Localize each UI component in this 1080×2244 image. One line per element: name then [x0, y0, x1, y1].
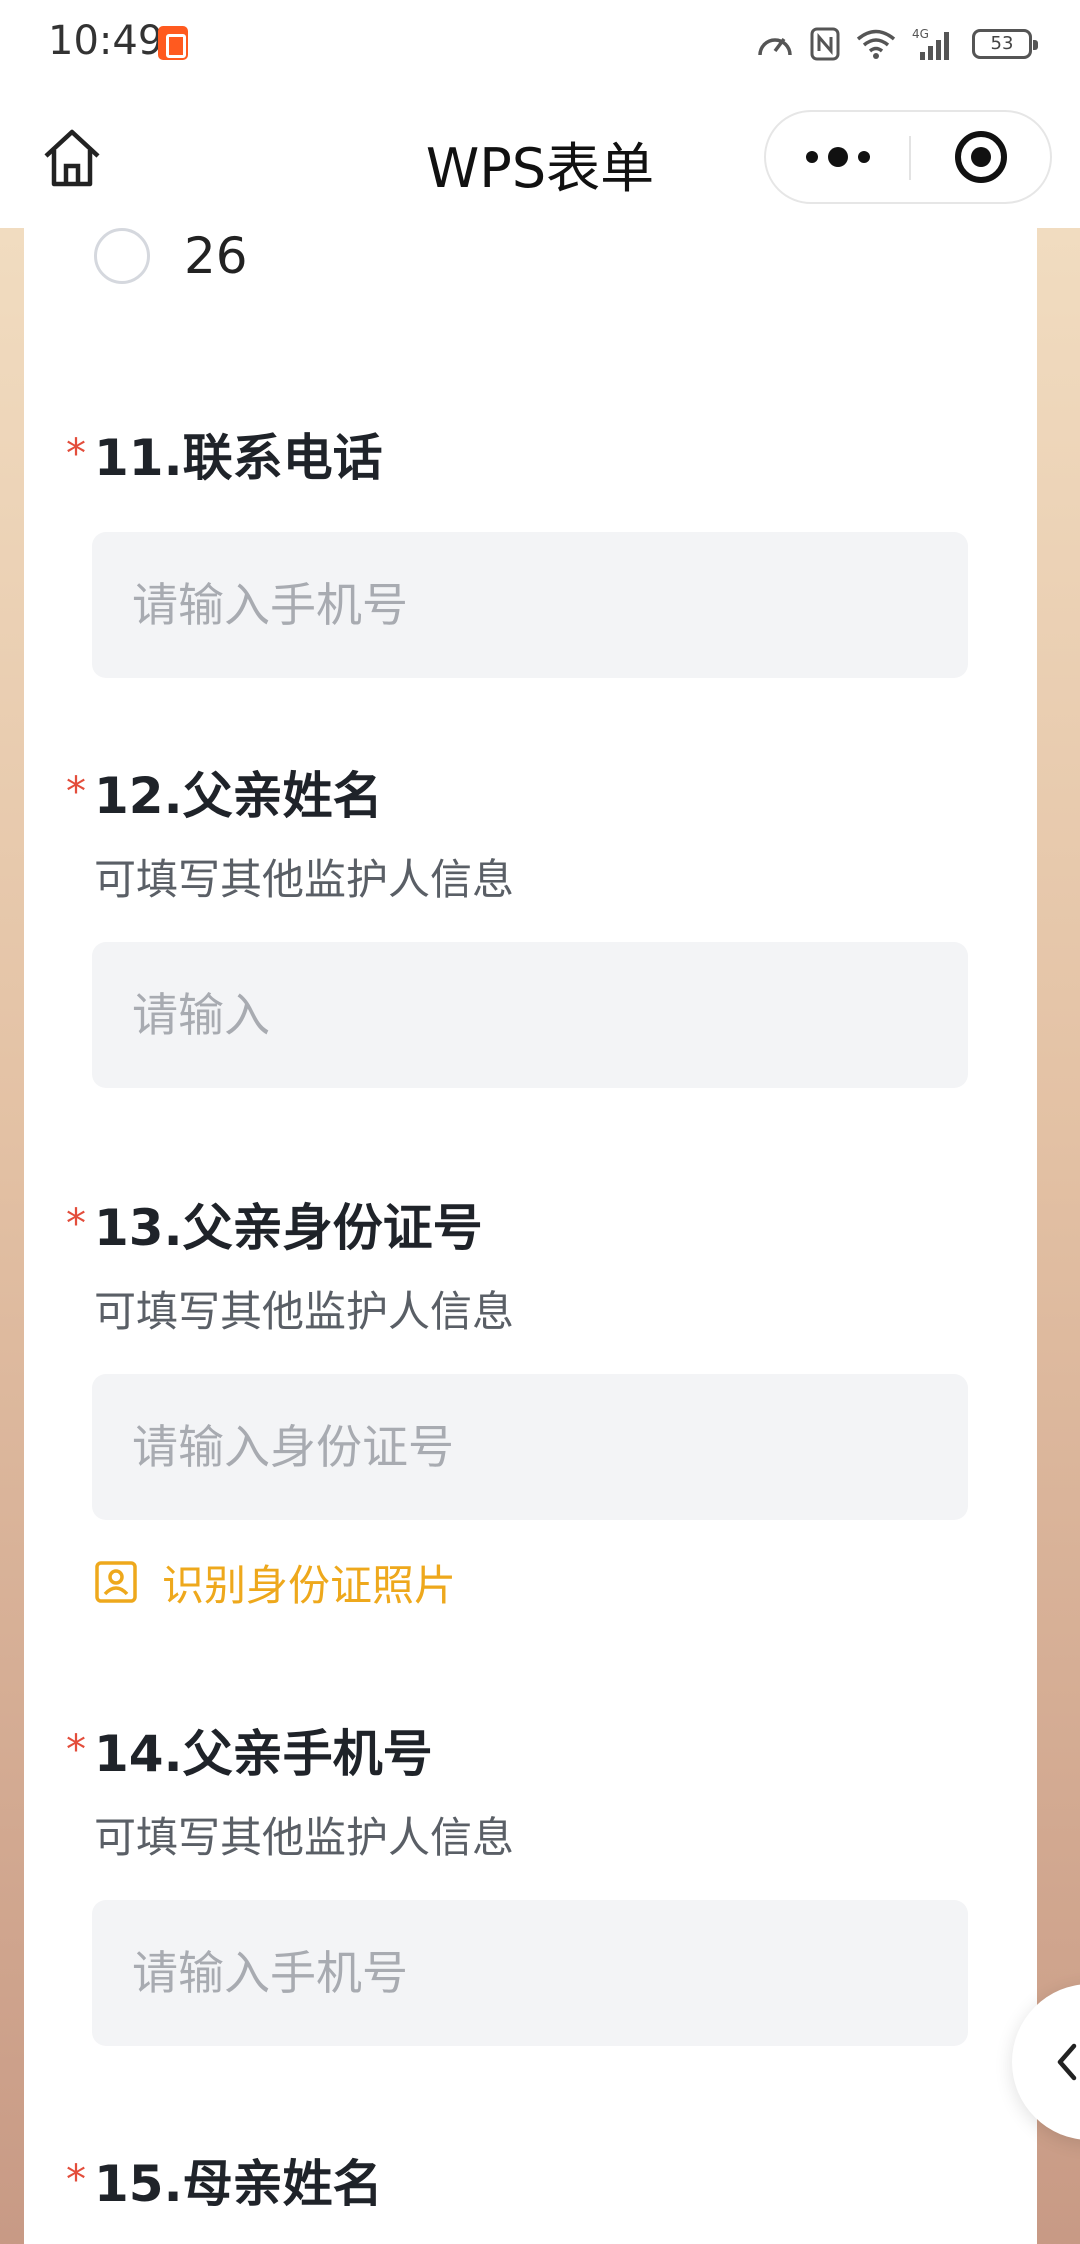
question-title-text: 11.联系电话 [94, 429, 383, 487]
question-description: 可填写其他监护人信息 [94, 1287, 515, 1336]
target-close-icon [955, 131, 1007, 183]
required-mark: * [66, 769, 86, 815]
father-name-input-box [92, 942, 968, 1088]
father-id-input-box [92, 1374, 968, 1520]
question-12: * 12.父亲姓名 可填写其他监护人信息 [24, 764, 1037, 1088]
recognize-label: 识别身份证照片 [162, 1560, 457, 1610]
father-phone-input[interactable] [132, 1946, 968, 2000]
question-title-text: 15.母亲姓名 [94, 2155, 383, 2213]
recognize-id-photo-button[interactable]: 识别身份证照片 [94, 1554, 1037, 1610]
form-page: 26 * 11.联系电话 * 12.父亲姓名 可填写其他监护人信息 [0, 226, 1080, 2244]
question-title: * 14.父亲手机号 [24, 1722, 1037, 1786]
mini-program-capsule [764, 110, 1052, 204]
required-mark: * [66, 2157, 86, 2203]
option-26[interactable]: 26 [94, 226, 248, 286]
status-time: 10:49 [48, 18, 164, 64]
nav-bar: WPS表单 [0, 88, 1080, 228]
phone-input-box [92, 532, 968, 678]
required-mark: * [66, 431, 86, 477]
question-description: 可填写其他监护人信息 [94, 1813, 515, 1862]
status-bar: 10:49 4G 53 [0, 0, 1080, 88]
question-description: 可填写其他监护人信息 [94, 855, 515, 904]
question-title: * 11.联系电话 [24, 426, 1037, 490]
father-id-input[interactable] [132, 1420, 968, 1474]
required-mark: * [66, 1201, 86, 1247]
form-card: 26 * 11.联系电话 * 12.父亲姓名 可填写其他监护人信息 [24, 226, 1037, 2244]
4g-signal-icon: 4G [912, 27, 949, 60]
id-card-icon [95, 1561, 137, 1603]
nfc-icon [810, 27, 840, 61]
father-name-input[interactable] [132, 988, 968, 1042]
more-dots-icon [806, 147, 870, 167]
question-11: * 11.联系电话 [24, 426, 1037, 678]
option-label: 26 [184, 227, 248, 285]
chevron-left-icon [1057, 2043, 1077, 2081]
question-title-text: 13.父亲身份证号 [94, 1199, 483, 1257]
phone-input[interactable] [132, 578, 968, 632]
app-notification-icon [158, 26, 188, 60]
battery-icon: 53 [972, 29, 1038, 59]
question-title: * 15.母亲姓名 [24, 2152, 1037, 2216]
question-15: * 15.母亲姓名 [24, 2152, 1037, 2216]
svg-text:4G: 4G [912, 27, 929, 41]
father-phone-input-box [92, 1900, 968, 2046]
question-title: * 12.父亲姓名 [24, 764, 1037, 828]
question-title: * 13.父亲身份证号 [24, 1196, 1037, 1260]
question-title-text: 12.父亲姓名 [94, 767, 383, 825]
screen: 10:49 4G 53 WPS表单 26 * 11.联系电话 请输入手机号 * … [0, 0, 1080, 2244]
question-title-text: 14.父亲手机号 [94, 1725, 433, 1783]
close-button[interactable] [911, 112, 1052, 202]
more-button[interactable] [766, 112, 909, 202]
question-14: * 14.父亲手机号 可填写其他监护人信息 [24, 1722, 1037, 2046]
speedometer-icon [758, 37, 792, 56]
question-13: * 13.父亲身份证号 可填写其他监护人信息 识别身份证照片 [24, 1196, 1037, 1610]
wifi-icon [856, 29, 896, 59]
radio-button[interactable] [94, 228, 150, 284]
required-mark: * [66, 1727, 86, 1773]
status-icons: 4G 53 [756, 22, 1038, 66]
